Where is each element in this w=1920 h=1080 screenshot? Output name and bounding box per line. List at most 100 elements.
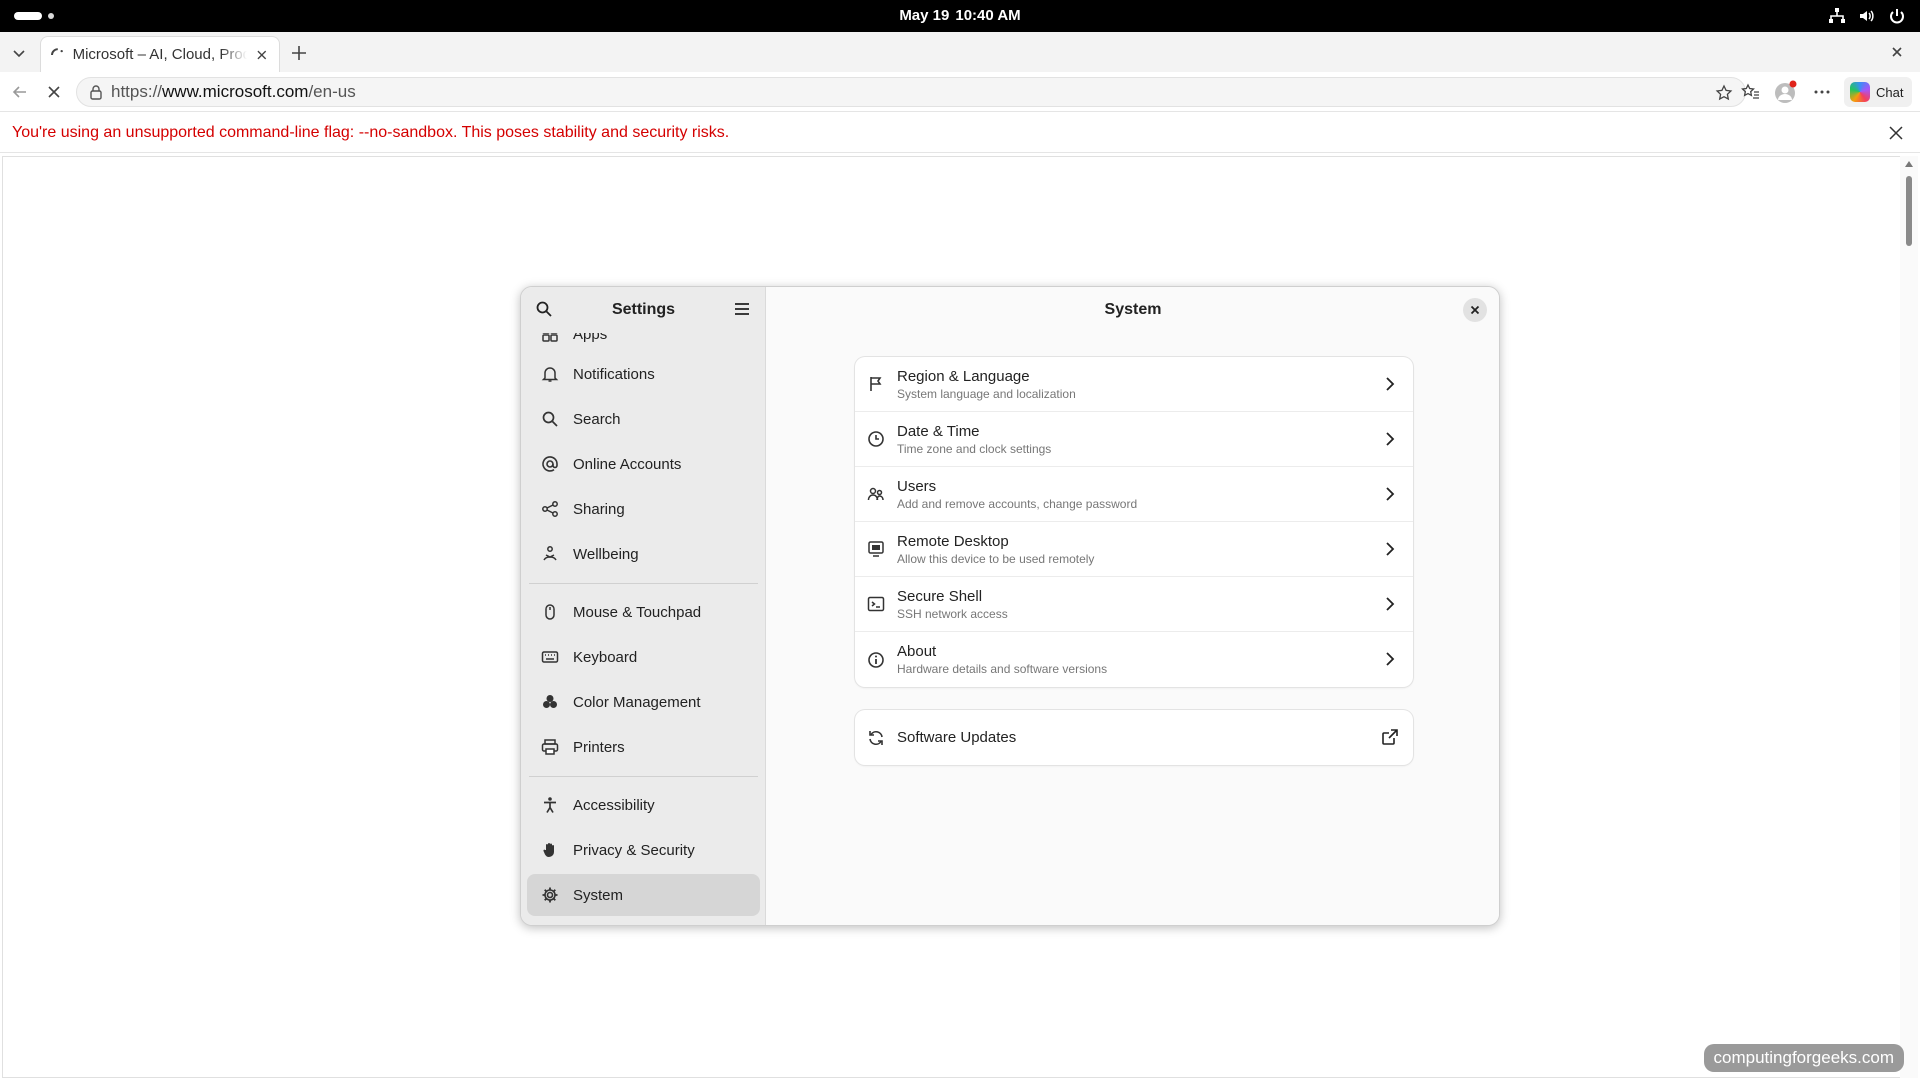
sidebar-separator <box>529 776 758 777</box>
settings-window: Settings Apps Notifications Search Onlin… <box>520 286 1500 926</box>
sidebar-item-sharing[interactable]: Sharing <box>527 488 760 530</box>
clock-time: 10:40 AM <box>955 7 1021 24</box>
bell-icon <box>541 367 559 382</box>
sidebar-item-online-accounts[interactable]: Online Accounts <box>527 443 760 485</box>
apps-icon <box>542 333 558 342</box>
clock[interactable]: May 19 10:40 AM <box>0 0 1920 32</box>
url-path: /en-us <box>308 82 356 101</box>
url-scheme: https:// <box>111 82 163 101</box>
copilot-icon <box>1850 82 1870 102</box>
chat-label: Chat <box>1876 84 1904 100</box>
row-title: Users <box>897 477 937 495</box>
copilot-chat-button[interactable]: Chat <box>1844 77 1912 107</box>
row-title: About <box>897 643 937 660</box>
settings-sidebar: Settings Apps Notifications Search Onlin… <box>521 287 766 925</box>
gnome-top-bar: May 19 10:40 AM <box>0 0 1920 32</box>
chevron-right-icon <box>1386 542 1395 556</box>
url-host: www.microsoft.com <box>162 82 309 101</box>
mouse-icon <box>545 604 555 620</box>
sidebar-list: Apps Notifications Search Online Account… <box>521 333 766 925</box>
tab-title: Microsoft – AI, Cloud, Productivity <box>72 46 248 63</box>
power-icon[interactable] <box>1888 7 1906 25</box>
infobar-close-icon[interactable] <box>1888 125 1904 141</box>
clock-icon <box>868 431 884 447</box>
sidebar-item-label: Sharing <box>573 500 625 518</box>
address-bar[interactable]: https://www.microsoft.com/en-us <box>76 77 1746 107</box>
sidebar-item-printers[interactable]: Printers <box>527 726 760 768</box>
row-subtitle: Hardware details and software versions <box>897 662 1108 676</box>
window-close-icon[interactable] <box>1888 43 1906 61</box>
search-icon <box>542 411 558 427</box>
sidebar-item-apps[interactable]: Apps <box>527 333 760 355</box>
scrollbar-thumb[interactable] <box>1906 176 1912 246</box>
sidebar-item-accessibility[interactable]: Accessibility <box>527 784 760 826</box>
accessibility-icon <box>544 797 556 813</box>
settings-close-button[interactable] <box>1463 298 1487 322</box>
chevron-right-icon <box>1386 652 1395 666</box>
page-scrollbar[interactable] <box>1900 156 1918 1078</box>
volume-icon[interactable] <box>1858 7 1876 25</box>
back-icon[interactable] <box>10 82 30 102</box>
chevron-right-icon <box>1386 487 1395 501</box>
row-subtitle: Add and remove accounts, change password <box>897 496 1138 511</box>
sidebar-item-label: Accessibility <box>573 796 655 814</box>
settings-main-panel: System Region & Language System language … <box>767 287 1499 925</box>
system-options-list: Region & Language System language and loc… <box>855 357 1413 687</box>
software-updates-card: Software Updates <box>855 710 1413 765</box>
sidebar-item-notifications[interactable]: Notifications <box>527 353 760 395</box>
tab-close-icon[interactable] <box>255 48 269 62</box>
row-region-language[interactable]: Region & Language System language and loc… <box>855 357 1413 412</box>
browser-tab[interactable]: Microsoft – AI, Cloud, Productivity <box>40 36 280 72</box>
tab-strip: Microsoft – AI, Cloud, Productivity <box>0 32 1920 72</box>
sidebar-item-search[interactable]: Search <box>527 398 760 440</box>
row-software-updates[interactable]: Software Updates <box>855 710 1413 765</box>
infobar-message: You're using an unsupported command-line… <box>12 124 730 141</box>
favorite-star-icon[interactable] <box>1715 84 1733 102</box>
new-tab-icon[interactable] <box>288 42 310 64</box>
sidebar-item-mouse-touchpad[interactable]: Mouse & Touchpad <box>527 591 760 633</box>
sidebar-title: Settings <box>611 301 676 318</box>
keyboard-icon <box>541 651 559 663</box>
flag-icon <box>870 377 882 391</box>
favorites-icon[interactable] <box>1740 82 1760 102</box>
lock-icon[interactable] <box>89 84 103 100</box>
chevron-right-icon <box>1386 377 1395 391</box>
url-text: https://www.microsoft.com/en-us <box>111 82 356 102</box>
row-date-time[interactable]: Date & Time Time zone and clock settings <box>855 412 1413 467</box>
scroll-up-arrow-icon[interactable] <box>1904 160 1914 168</box>
sidebar-item-label: Search <box>573 410 621 428</box>
row-users[interactable]: Users Add and remove accounts, change pas… <box>855 467 1413 522</box>
row-remote-desktop[interactable]: Remote Desktop Allow this device to be us… <box>855 522 1413 577</box>
profile-avatar[interactable] <box>1774 80 1798 104</box>
clock-date: May 19 <box>899 7 950 24</box>
search-icon[interactable] <box>535 300 553 318</box>
sidebar-item-system[interactable]: System <box>527 874 760 916</box>
row-about[interactable]: About Hardware details and software versi… <box>855 632 1413 687</box>
sidebar-item-keyboard[interactable]: Keyboard <box>527 636 760 678</box>
row-title: Region & Language <box>897 367 1030 385</box>
wellbeing-icon <box>543 546 557 561</box>
at-icon <box>542 456 558 472</box>
info-icon <box>868 651 884 668</box>
sidebar-item-label: Keyboard <box>573 648 638 666</box>
printer-icon <box>541 739 559 755</box>
row-secure-shell[interactable]: Secure Shell SSH network access <box>855 577 1413 632</box>
tab-list-button[interactable] <box>8 42 30 64</box>
row-title: Secure Shell <box>897 587 983 605</box>
sidebar-item-label: Notifications <box>573 365 655 383</box>
hamburger-menu-icon[interactable] <box>733 300 751 318</box>
hand-icon <box>543 843 554 857</box>
sidebar-item-label: Apps <box>573 333 608 343</box>
sidebar-item-color-management[interactable]: Color Management <box>527 681 760 723</box>
stop-loading-icon[interactable] <box>44 82 64 102</box>
network-icon[interactable] <box>1828 7 1846 25</box>
sidebar-item-wellbeing[interactable]: Wellbeing <box>527 533 760 575</box>
refresh-icon <box>869 730 883 745</box>
row-title: Software Updates <box>897 729 1017 746</box>
remote-desktop-icon <box>868 541 884 557</box>
sidebar-item-privacy-security[interactable]: Privacy & Security <box>527 829 760 871</box>
share-icon <box>542 501 558 517</box>
sidebar-item-label: Wellbeing <box>573 545 639 563</box>
more-options-icon[interactable] <box>1812 82 1832 102</box>
sidebar-separator <box>529 583 758 584</box>
